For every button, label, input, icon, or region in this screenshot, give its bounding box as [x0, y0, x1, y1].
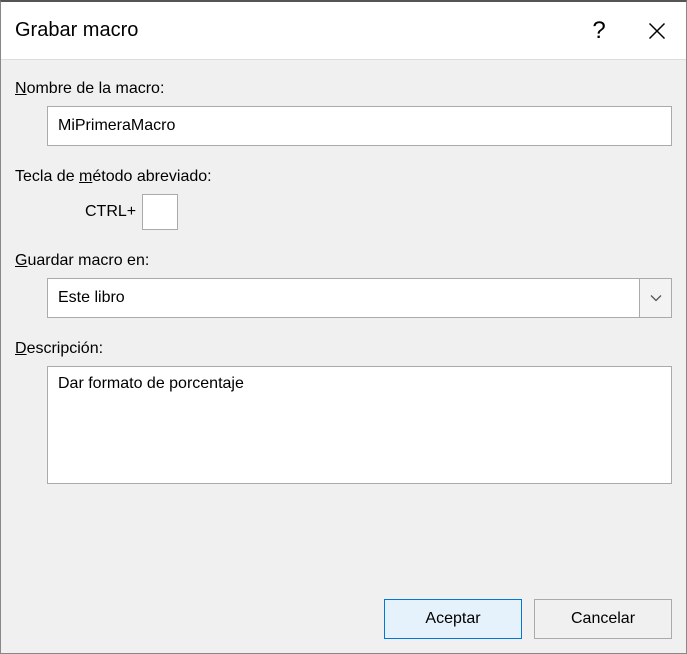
dialog-title: Grabar macro — [15, 19, 138, 42]
shortcut-key-input[interactable] — [142, 194, 178, 230]
macro-name-input[interactable] — [47, 106, 672, 146]
macro-name-section: Nombre de la macro: — [15, 80, 672, 146]
titlebar-controls: ? — [570, 2, 686, 59]
button-row: Aceptar Cancelar — [15, 579, 672, 639]
cancel-button[interactable]: Cancelar — [534, 599, 672, 639]
shortcut-label: Tecla de método abreviado: — [15, 168, 672, 186]
store-select[interactable]: Este libro — [47, 278, 672, 318]
help-button[interactable]: ? — [570, 2, 628, 59]
store-select-value: Este libro — [48, 279, 639, 317]
shortcut-prefix: CTRL+ — [85, 203, 136, 221]
dialog-body: Nombre de la macro: Tecla de método abre… — [1, 60, 686, 653]
description-label: Descripción: — [15, 340, 672, 358]
macro-name-label: Nombre de la macro: — [15, 80, 672, 98]
store-section: Guardar macro en: Este libro — [15, 252, 672, 318]
titlebar: Grabar macro ? — [1, 2, 686, 60]
description-textarea[interactable] — [47, 366, 672, 484]
chevron-down-icon — [650, 294, 662, 302]
accept-button[interactable]: Aceptar — [384, 599, 522, 639]
close-icon — [648, 22, 666, 40]
record-macro-dialog: Grabar macro ? Nombre de la macro: Tecla… — [0, 0, 687, 654]
store-label: Guardar macro en: — [15, 252, 672, 270]
shortcut-row: CTRL+ — [85, 194, 672, 230]
description-section: Descripción: — [15, 340, 672, 488]
close-button[interactable] — [628, 2, 686, 59]
store-select-arrow — [639, 279, 671, 317]
shortcut-section: Tecla de método abreviado: CTRL+ — [15, 168, 672, 230]
help-icon: ? — [592, 17, 605, 45]
